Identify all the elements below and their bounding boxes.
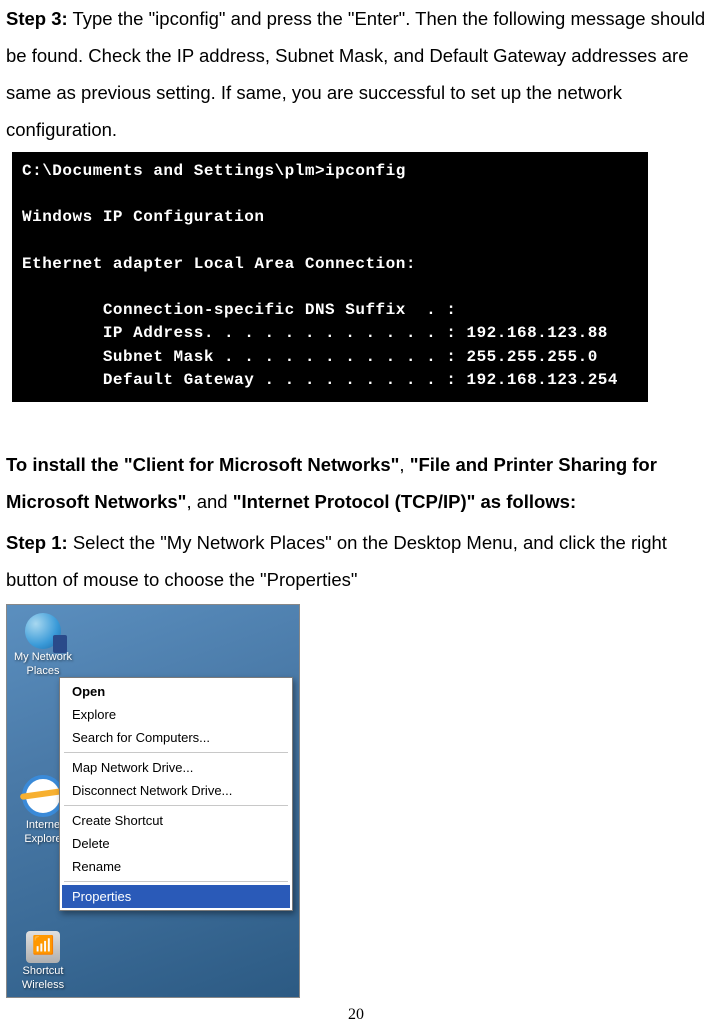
icon3-line2: Wireless — [11, 979, 75, 991]
menu-separator — [64, 881, 288, 882]
menu-item-properties[interactable]: Properties — [62, 885, 290, 908]
network-places-icon — [25, 613, 61, 649]
menu-item-open[interactable]: Open — [62, 680, 290, 703]
step3-para: Step 3: Type the "ipconfig" and press th… — [6, 0, 706, 148]
cmd-adapter-line: Ethernet adapter Local Area Connection: — [22, 253, 638, 276]
step3-label: Step 3: — [6, 8, 68, 29]
step1-label: Step 1: — [6, 532, 68, 553]
install-b3: "Internet Protocol (TCP/IP)" as follows: — [233, 491, 576, 512]
ie-icon — [22, 775, 64, 817]
desktop-screenshot: My Network Places Interne Explore Shortc… — [6, 604, 300, 998]
menu-item-rename[interactable]: Rename — [62, 855, 290, 878]
cmd-mask-line: Subnet Mask . . . . . . . . . . . : 255.… — [22, 346, 638, 369]
icon1-line2: Places — [11, 665, 75, 677]
menu-item-delete[interactable]: Delete — [62, 832, 290, 855]
cmd-prompt-line: C:\Documents and Settings\plm>ipconfig — [22, 160, 638, 183]
cmd-ip-line: IP Address. . . . . . . . . . . . : 192.… — [22, 322, 638, 345]
cmd-gw-line: Default Gateway . . . . . . . . . : 192.… — [22, 369, 638, 392]
wireless-icon — [26, 931, 60, 963]
page-number: 20 — [6, 1006, 706, 1024]
icon3-line1: Shortcut — [11, 965, 75, 977]
desktop-icon-wireless[interactable]: Shortcut Wireless — [11, 931, 75, 991]
desktop-icon-network-places[interactable]: My Network Places — [11, 613, 75, 677]
menu-item-explore[interactable]: Explore — [62, 703, 290, 726]
step1-para: Step 1: Select the "My Network Places" o… — [6, 524, 706, 598]
step1-text: Select the "My Network Places" on the De… — [6, 532, 667, 590]
install-para: To install the "Client for Microsoft Net… — [6, 446, 706, 520]
menu-item-map-drive[interactable]: Map Network Drive... — [62, 756, 290, 779]
install-lead: To install the — [6, 454, 124, 475]
menu-item-search[interactable]: Search for Computers... — [62, 726, 290, 749]
cmd-dns-line: Connection-specific DNS Suffix . : — [22, 299, 638, 322]
menu-item-disconnect-drive[interactable]: Disconnect Network Drive... — [62, 779, 290, 802]
cmd-window: C:\Documents and Settings\plm>ipconfig W… — [12, 152, 648, 402]
context-menu: Open Explore Search for Computers... Map… — [59, 677, 293, 911]
menu-separator — [64, 752, 288, 753]
install-b1: "Client for Microsoft Networks" — [124, 454, 400, 475]
menu-item-create-shortcut[interactable]: Create Shortcut — [62, 809, 290, 832]
cmd-title-line: Windows IP Configuration — [22, 206, 638, 229]
install-sep1: , — [399, 454, 409, 475]
step3-text: Type the "ipconfig" and press the "Enter… — [6, 8, 705, 140]
install-sep2: , and — [186, 491, 232, 512]
menu-separator — [64, 805, 288, 806]
